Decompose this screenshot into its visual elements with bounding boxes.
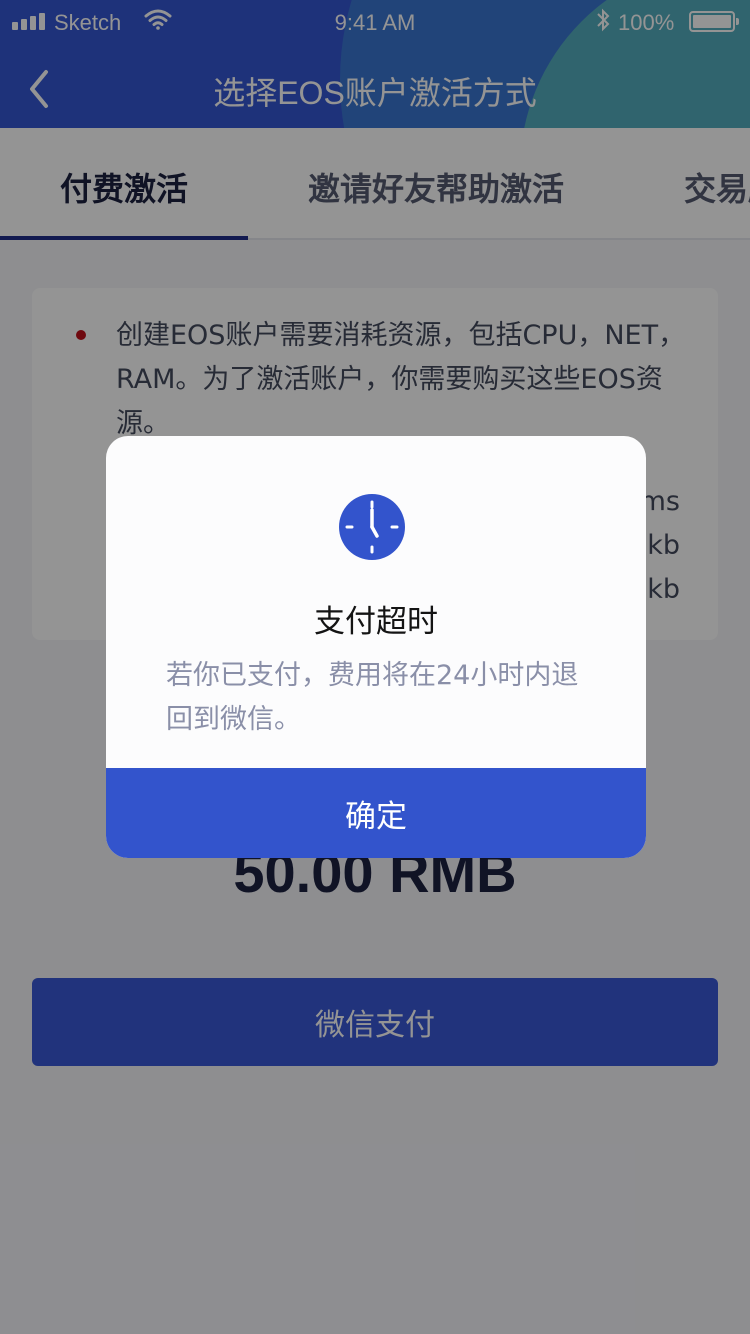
clock-icon: [339, 494, 405, 560]
dialog-message: 若你已支付，费用将在24小时内退回到微信。: [166, 660, 579, 735]
timeout-dialog: 支付超时 若你已支付，费用将在24小时内退回到微信。 确定: [106, 436, 646, 858]
dialog-title: 支付超时: [314, 604, 438, 640]
confirm-button[interactable]: 确定: [106, 768, 646, 858]
